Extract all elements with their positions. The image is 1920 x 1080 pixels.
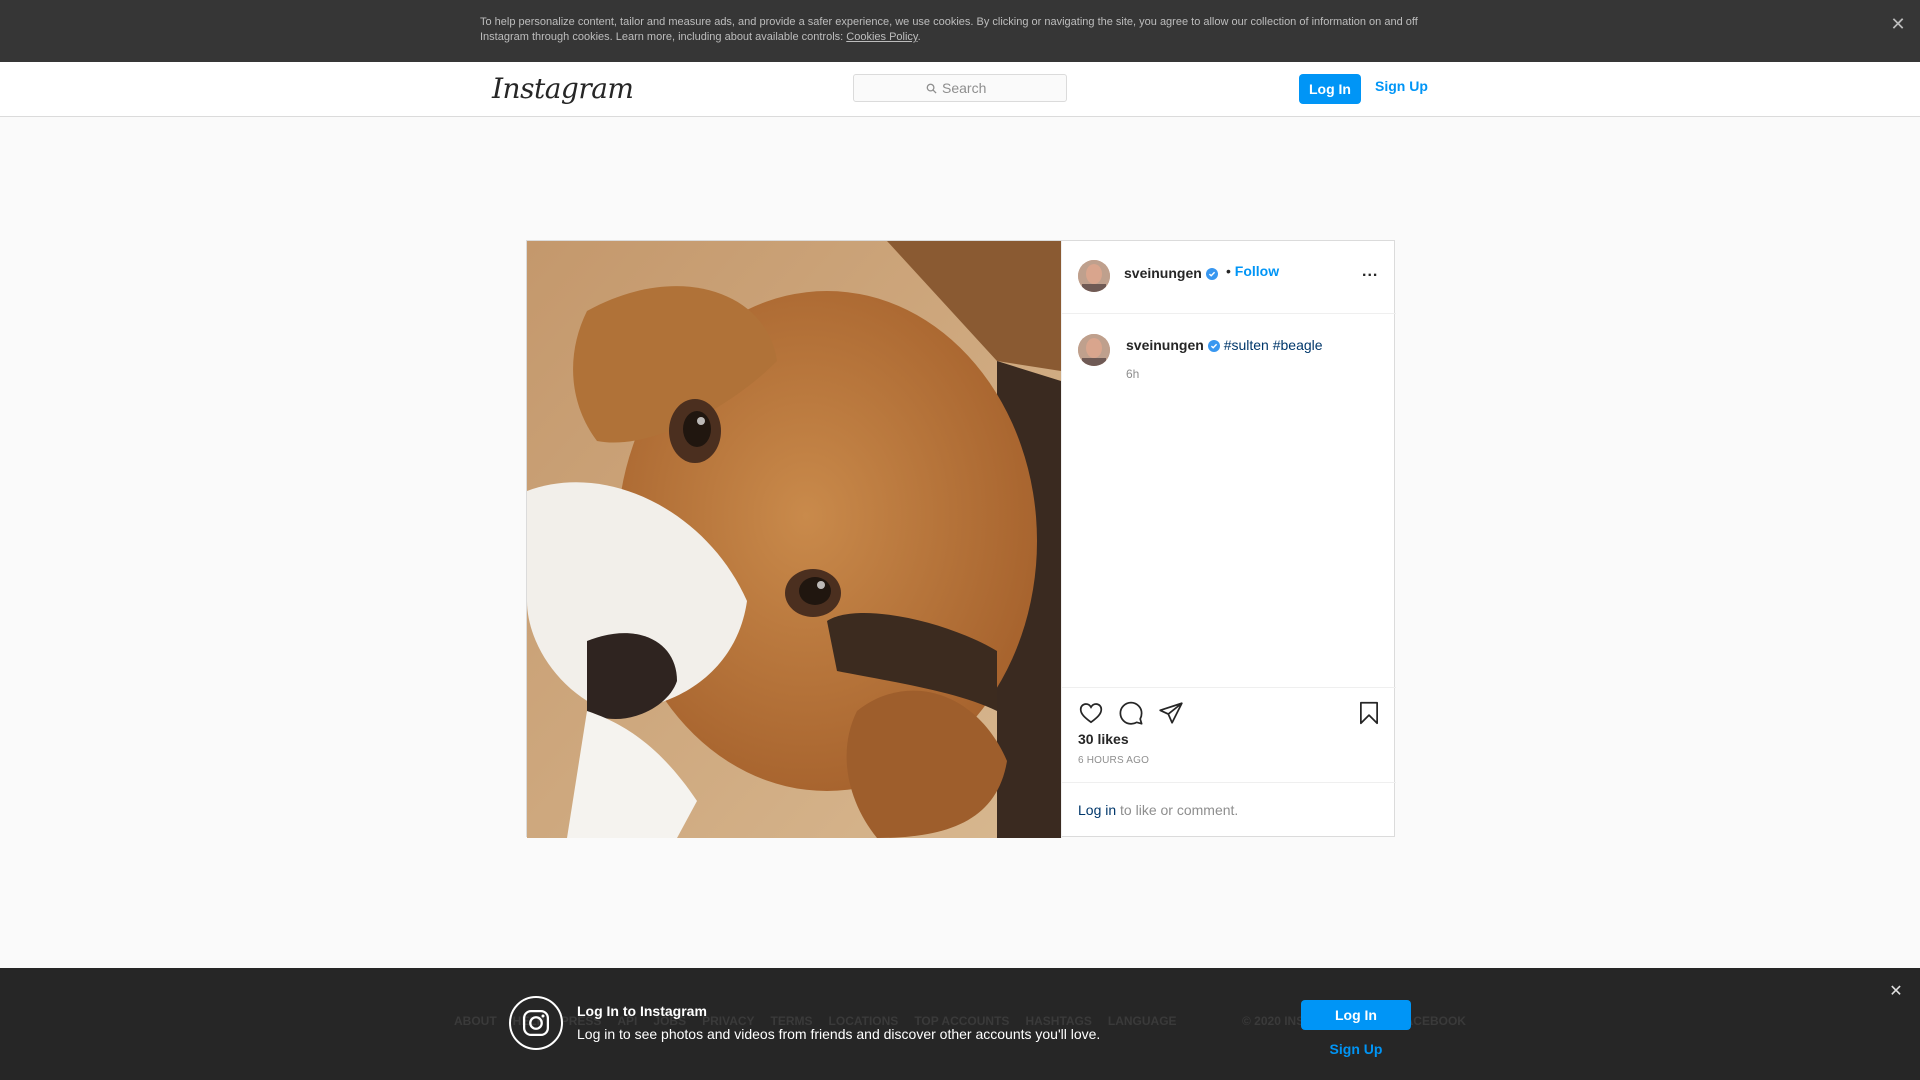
post-sidebar: sveinungen • Follow ... sveinungen #sult…: [1061, 241, 1396, 838]
footer-link-about[interactable]: ABOUT: [454, 1014, 497, 1028]
overlay-subtitle: Log in to see photos and videos from fri…: [577, 1026, 1101, 1042]
post-timestamp: 6 HOURS AGO: [1078, 755, 1150, 766]
close-icon[interactable]: ✕: [1888, 14, 1908, 34]
follow-separator: •: [1226, 263, 1231, 279]
bookmark-icon: [1360, 701, 1378, 725]
search-input[interactable]: [942, 80, 1062, 96]
cookie-banner: To help personalize content, tailor and …: [0, 0, 1920, 62]
author-username[interactable]: sveinungen: [1124, 265, 1218, 281]
hashtag-link[interactable]: #sulten: [1224, 337, 1269, 353]
post-photo[interactable]: [527, 241, 1061, 838]
hashtag-link[interactable]: #beagle: [1273, 337, 1323, 353]
save-button[interactable]: [1356, 700, 1382, 726]
verified-badge-icon: [1205, 268, 1218, 281]
post-actions: 30 likes 6 HOURS AGO Log in to like or c…: [1062, 687, 1396, 839]
verified-badge-icon: [1207, 340, 1220, 353]
login-link[interactable]: Log in: [1078, 802, 1116, 818]
overlay-title: Log In to Instagram: [577, 1003, 707, 1019]
follow-button[interactable]: Follow: [1235, 263, 1279, 279]
instagram-logo[interactable]: Instagram: [492, 72, 634, 105]
caption-age: 6h: [1126, 367, 1140, 381]
top-navigation: Instagram Log In Sign Up: [0, 62, 1920, 117]
login-overlay-bar: ABOUT HELP PRESS API JOBS PRIVACY TERMS …: [0, 968, 1920, 1080]
caption-username[interactable]: sveinungen: [1126, 337, 1204, 353]
like-count[interactable]: 30 likes: [1078, 731, 1129, 747]
comment-button[interactable]: [1118, 700, 1144, 726]
cookie-notice: To help personalize content, tailor and …: [480, 15, 1440, 45]
caption: sveinungen #sulten #beagle: [1126, 337, 1323, 353]
login-button[interactable]: Log In: [1299, 74, 1361, 104]
instagram-glyph: [509, 996, 563, 1050]
paper-plane-icon: [1159, 702, 1183, 724]
share-button[interactable]: [1158, 700, 1184, 726]
heart-icon: [1079, 703, 1103, 724]
avatar-image: [1078, 334, 1110, 366]
author-avatar[interactable]: [1078, 260, 1110, 292]
login-prompt-text: Log in to like or comment.: [1078, 802, 1238, 818]
cookie-notice-suffix: .: [917, 31, 921, 43]
author-username-text: sveinungen: [1124, 265, 1202, 281]
search-box[interactable]: [853, 74, 1067, 102]
comment-icon: [1119, 701, 1143, 725]
more-options-icon[interactable]: ...: [1362, 263, 1378, 281]
cookie-notice-text: To help personalize content, tailor and …: [480, 16, 1418, 43]
avatar-image: [1078, 260, 1110, 292]
overlay-login-button[interactable]: Log In: [1301, 1000, 1411, 1030]
signup-link[interactable]: Sign Up: [1375, 78, 1428, 94]
beagle-photo: [527, 241, 1061, 838]
post-card: sveinungen • Follow ... sveinungen #sult…: [526, 240, 1396, 838]
footer-link-language[interactable]: LANGUAGE: [1108, 1014, 1177, 1028]
cookies-policy-link[interactable]: Cookies Policy: [846, 31, 917, 43]
search-icon: [926, 83, 937, 94]
overlay-signup-link[interactable]: Sign Up: [1301, 1041, 1411, 1057]
follow-group: • Follow: [1226, 263, 1279, 279]
login-prompt: Log in to like or comment.: [1062, 782, 1396, 840]
login-prompt-rest: to like or comment.: [1116, 802, 1239, 818]
like-button[interactable]: [1078, 700, 1104, 726]
close-icon[interactable]: ✕: [1886, 982, 1906, 1002]
instagram-camera-icon: [523, 1010, 549, 1036]
post-header: sveinungen • Follow ...: [1062, 241, 1396, 314]
caption-avatar[interactable]: [1078, 334, 1110, 366]
